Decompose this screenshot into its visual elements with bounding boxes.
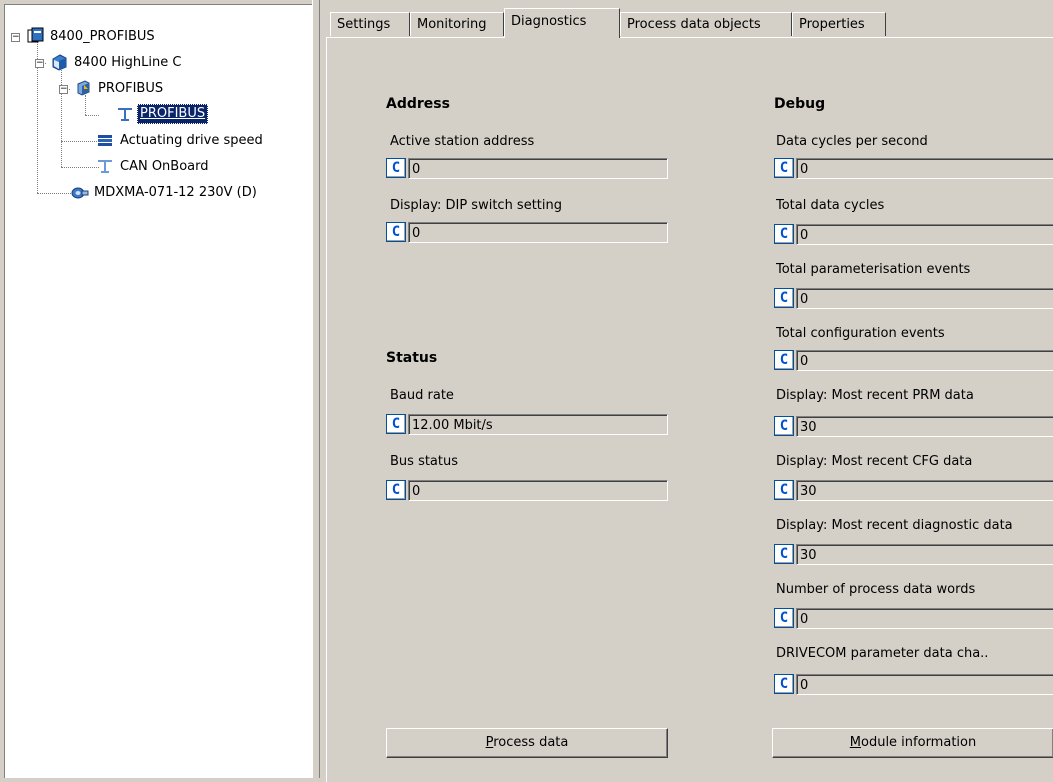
tree-item-profibus-group[interactable]: PROFIBUS [95, 79, 166, 99]
field-value: 0 [408, 158, 668, 179]
field-value: 0 [796, 674, 1053, 695]
recent-diagnostic-data-field: C 30 [774, 544, 1053, 566]
tab-monitoring[interactable]: Monitoring [410, 12, 504, 36]
field-value: 30 [796, 480, 1053, 501]
c-button[interactable]: C [774, 608, 794, 628]
tree-item-project[interactable]: 8400_PROFIBUS [47, 27, 158, 47]
bus-icon [117, 105, 133, 121]
c-button[interactable]: C [774, 674, 794, 694]
total-configuration-events-field: C 0 [774, 350, 1053, 372]
tree-item-label: 8400 HighLine C [74, 55, 182, 70]
can-bus-icon [97, 157, 113, 173]
field-label: Display: DIP switch setting [390, 198, 563, 213]
tree-item-can[interactable]: CAN OnBoard [117, 157, 212, 177]
collapse-device-icon[interactable]: − [35, 59, 44, 68]
tree-item-label: Actuating drive speed [120, 133, 263, 148]
tree-item-label: MDXMA-071-12 230V (D) [94, 185, 257, 200]
button-label: rocess data [493, 735, 569, 750]
total-data-cycles-field: C 0 [774, 224, 1053, 246]
tree-item-motor[interactable]: MDXMA-071-12 230V (D) [91, 183, 260, 203]
field-value: 0 [796, 224, 1053, 245]
field-value: 0 [796, 608, 1053, 629]
field-label: Baud rate [390, 388, 454, 403]
recent-prm-data-field: C 30 [774, 416, 1053, 438]
total-parameterisation-events-field: C 0 [774, 288, 1053, 310]
c-button[interactable]: C [386, 480, 406, 500]
button-hotkey: M [849, 735, 861, 750]
module-information-button[interactable]: Module information [772, 728, 1053, 758]
active-station-address-field: C 0 [386, 158, 668, 180]
field-label: Number of process data words [776, 582, 976, 597]
c-button[interactable]: C [774, 544, 794, 564]
field-value: 0 [408, 222, 668, 243]
recent-cfg-data-field: C 30 [774, 480, 1053, 502]
field-label: DRIVECOM parameter data cha.. [776, 646, 989, 661]
field-label: Bus status [390, 454, 459, 469]
c-button[interactable]: C [774, 416, 794, 436]
collapse-root-icon[interactable]: − [11, 33, 20, 42]
status-title: Status [386, 350, 438, 366]
process-data-button[interactable]: Process data [386, 728, 668, 758]
c-button[interactable]: C [774, 224, 794, 244]
c-button[interactable]: C [386, 414, 406, 434]
field-value: 30 [796, 416, 1053, 437]
tab-properties[interactable]: Properties [792, 12, 886, 36]
tree-item-label: CAN OnBoard [120, 159, 209, 174]
drivecom-parameter-field: C 0 [774, 674, 1053, 696]
field-label: Active station address [390, 134, 535, 149]
field-label: Total parameterisation events [776, 262, 971, 277]
collapse-profibus-icon[interactable]: − [59, 85, 68, 94]
bus-status-field: C 0 [386, 480, 668, 502]
dip-switch-field: C 0 [386, 222, 668, 244]
project-tree[interactable]: − 8400_PROFIBUS − 8400 HighLine C − PROF… [4, 4, 312, 778]
button-label: odule information [861, 735, 977, 750]
motor-icon [71, 183, 89, 199]
field-label: Display: Most recent CFG data [776, 454, 973, 469]
tree-item-profibus[interactable]: PROFIBUS [137, 104, 209, 124]
c-button[interactable]: C [386, 222, 406, 242]
address-title: Address [386, 96, 450, 112]
c-button[interactable]: C [774, 288, 794, 308]
tree-item-label: PROFIBUS [137, 104, 209, 124]
field-value: 0 [796, 288, 1053, 309]
field-label: Total configuration events [776, 326, 945, 341]
tree-item-label: PROFIBUS [98, 81, 164, 96]
project-icon [27, 27, 44, 43]
field-label: Display: Most recent PRM data [776, 388, 974, 403]
c-button[interactable]: C [774, 480, 794, 500]
field-label: Display: Most recent diagnostic data [776, 518, 1013, 533]
tab-settings[interactable]: Settings [330, 12, 410, 36]
tab-diagnostics[interactable]: Diagnostics [504, 8, 620, 38]
field-value: 12.00 Mbit/s [408, 414, 668, 435]
field-label: Data cycles per second [776, 134, 928, 149]
field-value: 0 [796, 350, 1053, 371]
tree-item-device[interactable]: 8400 HighLine C [71, 53, 184, 73]
application-icon [97, 131, 113, 147]
c-button[interactable]: C [774, 158, 794, 178]
module-icon [75, 79, 91, 96]
field-value: 0 [796, 158, 1053, 179]
splitter-edge [319, 0, 320, 778]
c-button[interactable]: C [774, 350, 794, 370]
debug-title: Debug [774, 96, 826, 112]
field-label: Total data cycles [776, 198, 885, 213]
field-value: 0 [408, 480, 668, 501]
field-value: 30 [796, 544, 1053, 565]
data-cycles-per-second-field: C 0 [774, 158, 1053, 180]
c-button[interactable]: C [386, 158, 406, 178]
tree-item-label: 8400_PROFIBUS [50, 29, 155, 44]
tree-item-actuating[interactable]: Actuating drive speed [117, 131, 266, 151]
inverter-icon [51, 53, 67, 71]
baud-rate-field: C 12.00 Mbit/s [386, 414, 668, 436]
tab-process-data-objects[interactable]: Process data objects [620, 12, 792, 36]
process-data-words-field: C 0 [774, 608, 1053, 630]
